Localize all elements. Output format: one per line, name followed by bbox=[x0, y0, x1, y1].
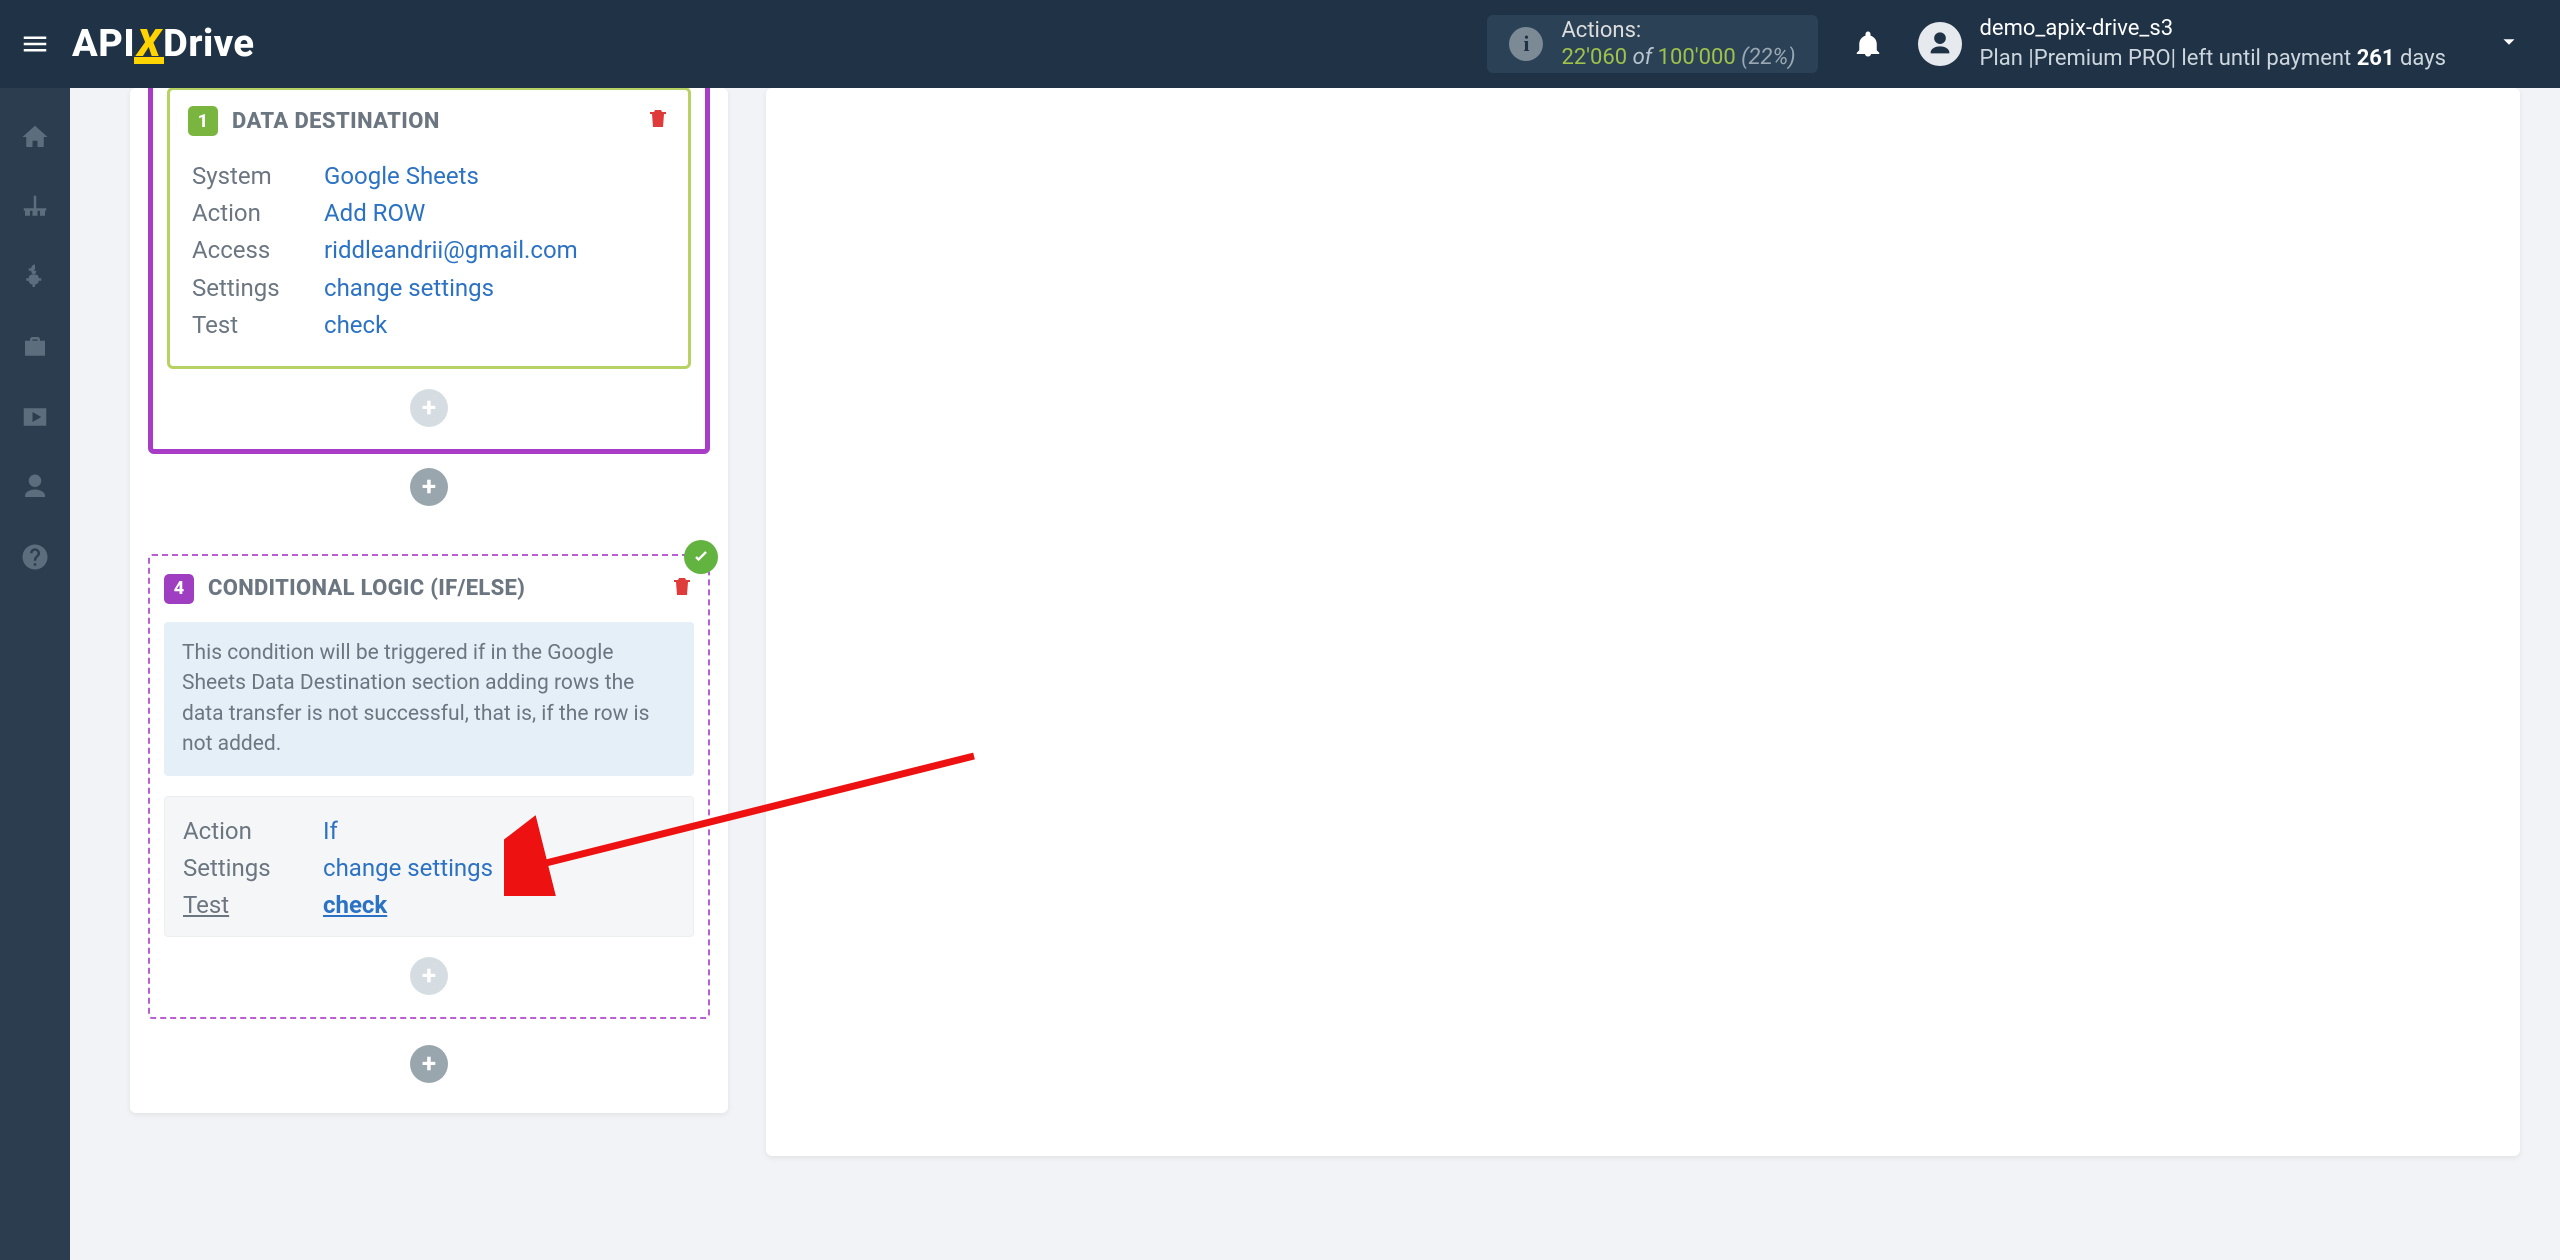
avatar-icon bbox=[1918, 22, 1962, 66]
brand-x: X bbox=[137, 22, 161, 66]
add-inside-button[interactable]: + bbox=[410, 957, 448, 995]
info-icon: i bbox=[1509, 27, 1543, 61]
nav-connections-icon[interactable] bbox=[18, 190, 52, 224]
page: 1 DATA DESTINATION SystemGoogle Sheets A… bbox=[70, 88, 2560, 1260]
data-destination-block: 1 DATA DESTINATION SystemGoogle Sheets A… bbox=[148, 88, 710, 454]
step-title: CONDITIONAL LOGIC (IF/ELSE) bbox=[208, 576, 525, 601]
step-number-badge: 4 bbox=[164, 574, 194, 604]
link-settings[interactable]: change settings bbox=[323, 850, 493, 887]
actions-percent: (22%) bbox=[1741, 45, 1795, 70]
actions-used: 22'060 bbox=[1561, 45, 1627, 70]
data-destination-box: 1 DATA DESTINATION SystemGoogle Sheets A… bbox=[167, 88, 691, 369]
user-name: demo_apix-drive_s3 bbox=[1980, 14, 2446, 44]
condition-body: ActionIf Settingschange settings Testche… bbox=[164, 796, 694, 938]
label-test: Test bbox=[183, 887, 323, 924]
nav-help-icon[interactable] bbox=[18, 540, 52, 574]
label-settings: Settings bbox=[183, 850, 323, 887]
link-system[interactable]: Google Sheets bbox=[324, 158, 479, 195]
link-check[interactable]: check bbox=[323, 887, 387, 924]
add-inside-button[interactable]: + bbox=[410, 389, 448, 427]
actions-total: 100'000 bbox=[1658, 45, 1736, 70]
delete-step-button[interactable] bbox=[646, 107, 670, 135]
label-action: Action bbox=[192, 195, 324, 232]
notifications-button[interactable] bbox=[1846, 29, 1890, 59]
brand-drive: Drive bbox=[163, 22, 254, 66]
delete-step-button[interactable] bbox=[670, 575, 694, 603]
link-test[interactable]: check bbox=[324, 307, 387, 344]
condition-note: This condition will be triggered if in t… bbox=[164, 622, 694, 776]
brand-api: API bbox=[72, 22, 135, 66]
label-system: System bbox=[192, 158, 324, 195]
nav-billing-icon[interactable] bbox=[18, 260, 52, 294]
actions-label: Actions: bbox=[1561, 17, 1795, 45]
link-action[interactable]: Add ROW bbox=[324, 195, 425, 232]
user-plan-suffix: days bbox=[2395, 46, 2446, 71]
top-bar: API X Drive i Actions: 22'060 of 100'000… bbox=[0, 0, 2560, 88]
link-action[interactable]: If bbox=[323, 813, 338, 850]
user-menu[interactable]: demo_apix-drive_s3 Plan |Premium PRO| le… bbox=[1918, 14, 2560, 73]
nav-briefcase-icon[interactable] bbox=[18, 330, 52, 364]
user-plan-prefix: Plan |Premium PRO| left until payment bbox=[1980, 46, 2357, 71]
step-number-badge: 1 bbox=[188, 106, 218, 136]
step-title: DATA DESTINATION bbox=[232, 109, 440, 134]
link-settings[interactable]: change settings bbox=[324, 270, 494, 307]
nav-home-icon[interactable] bbox=[18, 120, 52, 154]
nav-account-icon[interactable] bbox=[18, 470, 52, 504]
workflow-card: 1 DATA DESTINATION SystemGoogle Sheets A… bbox=[130, 88, 728, 1113]
side-nav bbox=[0, 88, 70, 1260]
chevron-down-icon bbox=[2498, 31, 2520, 57]
label-access: Access bbox=[192, 232, 324, 269]
label-test: Test bbox=[192, 307, 324, 344]
status-check-icon bbox=[684, 540, 718, 574]
right-panel bbox=[766, 88, 2520, 1156]
conditional-logic-block: 4 CONDITIONAL LOGIC (IF/ELSE) This condi… bbox=[148, 554, 710, 1019]
label-action: Action bbox=[183, 813, 323, 850]
brand-logo[interactable]: API X Drive bbox=[72, 22, 255, 66]
actions-counter[interactable]: i Actions: 22'060 of 100'000 (22%) bbox=[1487, 15, 1817, 73]
add-below-button[interactable]: + bbox=[410, 1045, 448, 1083]
label-settings: Settings bbox=[192, 270, 324, 307]
add-between-button[interactable]: + bbox=[410, 468, 448, 506]
link-access[interactable]: riddleandrii@gmail.com bbox=[324, 232, 578, 269]
menu-button[interactable] bbox=[0, 0, 70, 88]
nav-video-icon[interactable] bbox=[18, 400, 52, 434]
user-days: 261 bbox=[2357, 46, 2395, 71]
